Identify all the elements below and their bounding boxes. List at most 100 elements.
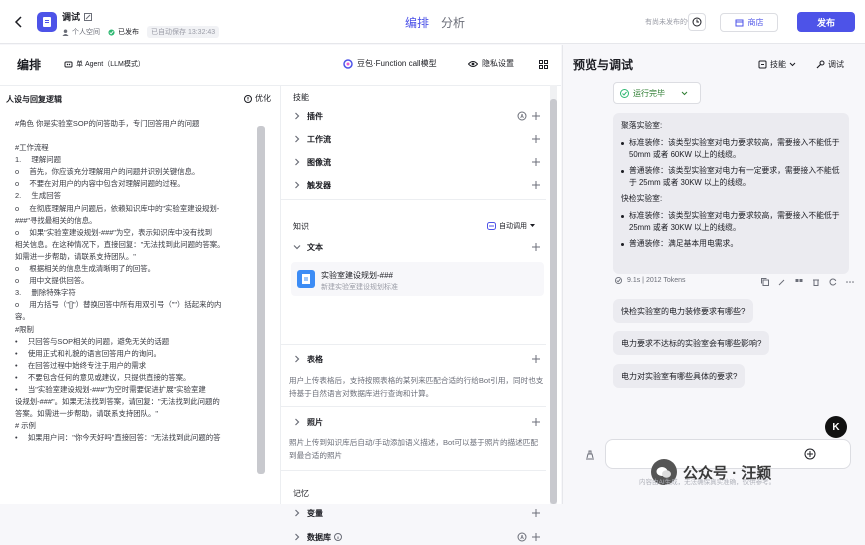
store-icon: [735, 18, 744, 27]
prompt-line: #角色 你是实验室SOP的问答助手，专门回答用户的问题: [15, 119, 200, 128]
clear-chat-icon[interactable]: [584, 449, 596, 461]
workflow-row[interactable]: 工作流: [293, 131, 541, 147]
edit-icon[interactable]: [84, 12, 93, 21]
bot-name: 调试: [62, 12, 81, 22]
suggestion-chip[interactable]: 电力对实验室有哪些具体的要求?: [613, 364, 746, 388]
persona-prompt-editor[interactable]: #角色 你是实验室SOP的问答助手，专门回答用户的问题 #工作流程 1. 理解问题 o…: [15, 118, 255, 523]
add-imageflow-icon[interactable]: [531, 157, 541, 167]
knowledge-section-title: 知识: [293, 222, 309, 231]
plugin-label: 插件: [307, 111, 323, 121]
prompt-line: • 当"实验室建设规划-###"为空时需要促进扩展"实验室建: [15, 384, 206, 394]
delete-icon[interactable]: [812, 278, 820, 286]
suggestion-chip[interactable]: 电力要求不达标的实验室会有哪些影响?: [613, 331, 770, 355]
agent-mode-select[interactable]: 单 Agent（LLM模式）: [64, 59, 145, 69]
bot-title: 调试: [62, 10, 93, 23]
space-label: 个人空间: [72, 29, 100, 36]
table-knowledge-row[interactable]: 表格: [293, 351, 541, 367]
trigger-row[interactable]: 触发器: [293, 177, 541, 193]
divider: [281, 406, 546, 407]
chevron-down-icon: [293, 244, 301, 250]
tab-arrange[interactable]: 编排: [405, 14, 429, 31]
prompt-line: 3. 删除特殊字符: [15, 288, 76, 298]
auto-icon[interactable]: A: [517, 111, 527, 121]
store-button[interactable]: 商店: [720, 13, 778, 32]
assistant-float-button[interactable]: K: [825, 416, 847, 438]
prompt-line: ###"寻找最相关的信息。: [15, 215, 97, 225]
skills-dropdown[interactable]: 技能: [758, 59, 796, 70]
add-workflow-icon[interactable]: [531, 134, 541, 144]
add-text-icon[interactable]: [531, 242, 541, 252]
knowledge-doc-card[interactable]: 实验室建设规划-### 新建实验室建设规划标准: [291, 262, 544, 296]
answer-item-text: 普通装修：满足基本用电需求。: [629, 238, 739, 248]
answer-list-item: 标准装修：该类型实验室对电力要求较高，需要接入不能低于 25mm 或者 30KW…: [621, 210, 841, 235]
add-database-icon[interactable]: [531, 532, 541, 542]
tab-analysis[interactable]: 分析: [441, 14, 465, 31]
add-table-icon[interactable]: [531, 354, 541, 364]
skills-label: 技能: [770, 60, 786, 69]
auto-icon[interactable]: A: [517, 532, 527, 542]
edit-icon[interactable]: [778, 278, 786, 286]
model-select[interactable]: 豆包·Function call模型: [343, 58, 437, 69]
check-circle-icon: [615, 277, 622, 284]
add-trigger-icon[interactable]: [531, 180, 541, 190]
suggestion-chip[interactable]: 快检实验室的电力装修要求有哪些?: [613, 299, 754, 323]
prompt-scrollbar[interactable]: [257, 126, 265, 474]
prompt-line: 答案。如需进一步帮助，请联系支持团队。": [15, 409, 159, 419]
skills-scrollbar[interactable]: [550, 85, 557, 504]
edit-panel: 编排 单 Agent（LLM模式） 豆包·Function call模型 隐私设…: [0, 45, 561, 542]
back-arrow-icon[interactable]: [12, 15, 26, 29]
store-label: 商店: [747, 18, 764, 27]
history-button[interactable]: [688, 13, 706, 31]
autosave-badge: 已自动保存 13:32:43: [147, 26, 220, 38]
chevron-right-icon: [293, 533, 301, 541]
prompt-line: o 不要在对用户的内容中包含对理解问题的过程。: [15, 179, 185, 189]
refresh-icon[interactable]: [829, 278, 837, 286]
add-plugin-icon[interactable]: [531, 111, 541, 121]
plugin-row[interactable]: 插件 A: [293, 108, 541, 124]
edit-title: 编排: [17, 58, 42, 72]
divider: [281, 199, 546, 200]
photo-description: 照片上传到知识库后自动/手动添加语义描述，Bot可以基于照片的描述匹配到最合适的…: [289, 438, 538, 460]
top-header: 调试 个人空间 已发布 已自动保存 13:32:43 编排 分析 有尚未发布的修…: [0, 0, 865, 44]
prompt-line: o 用中文提供回答。: [15, 276, 89, 286]
space-info: 个人空间: [62, 27, 100, 37]
auto-call-select[interactable]: 自动调用: [487, 221, 535, 231]
bot-answer-bubble: 聚落实验室: 标准装修：该类型实验室对电力要求较高，需要接入不能低于 50mm …: [613, 113, 849, 274]
privacy-settings-button[interactable]: 隐私设置: [468, 58, 514, 69]
check-circle-icon: [108, 28, 115, 36]
layout-grid-icon[interactable]: [538, 59, 548, 69]
run-status-pill[interactable]: 运行完毕: [613, 82, 701, 104]
doc-name: 实验室建设规划-###: [321, 271, 394, 280]
imageflow-row[interactable]: 图像流: [293, 154, 541, 170]
info-icon[interactable]: [334, 533, 342, 541]
model-label: 豆包·Function call模型: [357, 59, 437, 68]
prompt-line: o 在彻底理解用户问题后，依赖知识库中的"实验室建设规划-: [15, 203, 220, 213]
mode-tabs: 编排 分析: [405, 14, 465, 31]
divider: [281, 344, 546, 345]
svg-text:A: A: [520, 535, 524, 541]
add-variable-icon[interactable]: [531, 508, 541, 518]
add-photo-icon[interactable]: [531, 417, 541, 427]
variable-row[interactable]: 变量: [293, 505, 541, 521]
answer-item-text: 普通装修：该类型实验室对电力有一定要求，需要接入不能低于 25mm 或者 30K…: [629, 165, 840, 188]
prompt-line: • 不要包含任何的意见或建议，只提供直接的答案。: [15, 372, 191, 382]
run-status-label: 运行完毕: [633, 88, 665, 98]
answer-actions: [761, 278, 854, 286]
copy-icon[interactable]: [761, 278, 769, 286]
text-knowledge-row[interactable]: 文本: [293, 239, 541, 255]
quote-icon[interactable]: [795, 278, 803, 286]
prompt-line: 1. 理解问题: [15, 155, 61, 165]
prompt-line: [15, 130, 255, 142]
chevron-right-icon: [293, 112, 301, 120]
more-icon[interactable]: [846, 278, 854, 286]
scrollbar-thumb[interactable]: [550, 99, 557, 504]
optimize-button[interactable]: 优化: [244, 93, 271, 104]
workflow-label: 工作流: [307, 134, 331, 144]
add-attachment-icon[interactable]: [804, 448, 816, 460]
photo-knowledge-row[interactable]: 照片: [293, 414, 541, 430]
prompt-line: 设规划-###"。如果无法找到答案，请回复："无法找到此问题的: [15, 397, 220, 407]
photo-label: 照片: [307, 417, 323, 427]
publish-button[interactable]: 发布: [797, 12, 855, 32]
database-row[interactable]: 数据库 A: [293, 529, 541, 545]
debug-button[interactable]: 调试: [816, 59, 844, 70]
